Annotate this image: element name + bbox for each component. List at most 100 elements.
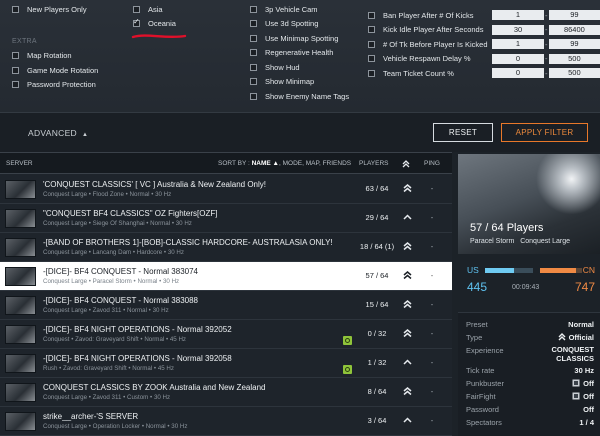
server-row[interactable]: -[DICE]- BF4 NIGHT OPERATIONS - Normal 3… <box>0 320 452 349</box>
filter-region-asia[interactable]: Asia <box>133 2 233 17</box>
red-underline-annotation <box>131 34 187 39</box>
filter-panel: New Players Only EXTRA Map Rotation Game… <box>0 0 600 112</box>
server-rank <box>400 270 414 280</box>
team-us-bar <box>485 268 514 273</box>
filter-column-region: Asia Oceania <box>133 2 233 31</box>
rank-chevron-icon <box>402 160 410 168</box>
range-max-input[interactable]: 86400 <box>548 24 600 35</box>
filter-show-hud[interactable]: Show Hud <box>250 60 360 75</box>
server-row[interactable]: 'CONQUEST CLASSICS' [ VC ] Australia & N… <box>0 175 452 204</box>
filter-column-ranges: Ban Player After # Of Kicks 1 - 99 Kick … <box>368 8 600 81</box>
range-min-input[interactable]: 0 <box>492 53 544 64</box>
sort-by[interactable]: SORT BY : NAME ▲, MODE, MAP, FRIENDS <box>218 160 351 167</box>
filter-password-protection[interactable]: Password Protection <box>12 78 122 93</box>
server-row[interactable]: "CONQUEST BF4 CLASSICS" OZ Fighters[OZF]… <box>0 204 452 233</box>
punkbuster-icon <box>572 379 580 389</box>
checkbox[interactable] <box>133 5 140 13</box>
server-details-list: Preset Normal Type Official Experience CONQUE… <box>458 312 600 436</box>
detail-value-text: 1 / 4 <box>579 418 594 427</box>
advanced-label: ADVANCED <box>28 128 78 138</box>
apply-filter-button[interactable]: APPLY FILTER <box>501 123 588 142</box>
range-max-input[interactable]: 99 <box>548 10 600 21</box>
detail-key: Spectators <box>466 418 502 427</box>
filter-3d-spotting[interactable]: Use 3d Spotting <box>250 17 360 32</box>
range-min-input[interactable]: 1 <box>492 10 544 21</box>
team-us-label: US <box>467 265 479 275</box>
server-row[interactable]: -[BAND OF BROTHERS 1]-[BOB]-CLASSIC HARD… <box>0 233 452 262</box>
rank-double-chevron-icon <box>403 271 411 280</box>
checkbox[interactable] <box>250 34 257 42</box>
reset-button[interactable]: RESET <box>433 123 493 142</box>
detail-value: Off <box>583 405 594 414</box>
server-rank <box>400 241 414 251</box>
filter-show-enemy-name-tags[interactable]: Show Enemy Name Tags <box>250 89 360 104</box>
column-ping[interactable]: PING <box>424 160 440 167</box>
server-name: strike__archer-'S SERVER <box>43 412 139 421</box>
column-players[interactable]: PLAYERS <box>359 160 389 167</box>
range-min-input[interactable]: 30 <box>492 24 544 35</box>
server-players: 29 / 64 <box>365 213 389 222</box>
checkbox[interactable] <box>12 5 19 13</box>
range-min-input[interactable]: 0 <box>492 68 544 79</box>
server-list-header: SERVER SORT BY : NAME ▲, MODE, MAP, FRIE… <box>0 152 452 174</box>
range-min-input[interactable]: 1 <box>492 39 544 50</box>
detail-key: Password <box>466 405 499 414</box>
checkbox[interactable] <box>368 26 375 34</box>
checkbox[interactable] <box>12 52 19 60</box>
checkbox[interactable] <box>368 40 375 48</box>
map-thumbnail <box>5 209 36 228</box>
server-details-panel: 57 / 64 Players Paracel Storm Conquest L… <box>452 152 600 436</box>
checkbox[interactable] <box>12 66 19 74</box>
checkbox[interactable] <box>250 78 257 86</box>
server-name: "CONQUEST BF4 CLASSICS" OZ Fighters[OZF] <box>43 209 218 218</box>
checkbox[interactable] <box>250 63 257 71</box>
server-ping: - <box>430 213 434 222</box>
server-ping: - <box>430 300 434 309</box>
map-thumbnail <box>5 383 36 402</box>
server-row[interactable]: CONQUEST CLASSICS BY ZOOK Australia and … <box>0 378 452 407</box>
server-name: -[DICE]- BF4 CONQUEST - Normal 383074 <box>43 267 199 276</box>
map-thumbnail <box>5 325 36 344</box>
detail-value: 1 / 4 <box>579 418 594 427</box>
filter-minimap-spotting[interactable]: Use Minimap Spotting <box>250 31 360 46</box>
checkbox[interactable] <box>250 20 257 28</box>
checkbox-checked[interactable] <box>133 17 140 28</box>
detail-key: FairFight <box>466 392 496 401</box>
checkbox[interactable] <box>368 11 375 19</box>
sort-by-label: SORT BY : <box>218 160 250 167</box>
sort-name[interactable]: NAME ▲ <box>252 160 279 167</box>
checkbox[interactable] <box>250 5 257 13</box>
filter-map-rotation[interactable]: Map Rotation <box>12 49 122 64</box>
server-info: Rush • Zavod: Graveyard Shift • Normal •… <box>43 365 174 372</box>
checkbox[interactable] <box>250 49 257 57</box>
checkbox[interactable] <box>12 81 19 89</box>
advanced-toggle[interactable]: ADVANCED ▲ <box>28 128 88 138</box>
server-row[interactable]: -[DICE]- BF4 CONQUEST - Normal 383088 Con… <box>0 291 452 320</box>
filter-new-players-only[interactable]: New Players Only <box>12 2 122 17</box>
column-rank[interactable] <box>402 160 410 170</box>
server-ping: - <box>430 184 434 193</box>
checkbox[interactable] <box>250 92 257 100</box>
sort-other-fields[interactable]: , MODE, MAP, FRIENDS <box>279 160 351 167</box>
checkbox[interactable] <box>368 55 375 63</box>
range-max-input[interactable]: 500 <box>548 68 600 79</box>
filter-column-general: New Players Only EXTRA Map Rotation Game… <box>12 2 122 92</box>
round-time: 00:09:43 <box>512 284 540 291</box>
filter-regenerative-health[interactable]: Regenerative Health <box>250 46 360 61</box>
range-max-input[interactable]: 500 <box>548 53 600 64</box>
official-rank-icon <box>558 333 566 343</box>
checkbox[interactable] <box>368 69 375 77</box>
filter-3p-vehicle-cam[interactable]: 3p Vehicle Cam <box>250 2 360 17</box>
server-row[interactable]: -[DICE]- BF4 NIGHT OPERATIONS - Normal 3… <box>0 349 452 378</box>
range-max-input[interactable]: 99 <box>548 39 600 50</box>
map-name: Paracel Storm <box>470 238 515 245</box>
server-rank <box>400 299 414 309</box>
server-row[interactable]: strike__archer-'S SERVER Conquest Large •… <box>0 407 452 436</box>
filter-game-mode-rotation[interactable]: Game Mode Rotation <box>12 63 122 78</box>
detail-value-text: Normal <box>568 320 594 329</box>
server-players: 1 / 32 <box>367 358 387 367</box>
detail-value: 30 Hz <box>574 366 594 375</box>
filter-show-minimap[interactable]: Show Minimap <box>250 75 360 90</box>
server-row-selected[interactable]: -[DICE]- BF4 CONQUEST - Normal 383074 Con… <box>0 262 452 291</box>
team-cn-bar <box>540 268 577 273</box>
